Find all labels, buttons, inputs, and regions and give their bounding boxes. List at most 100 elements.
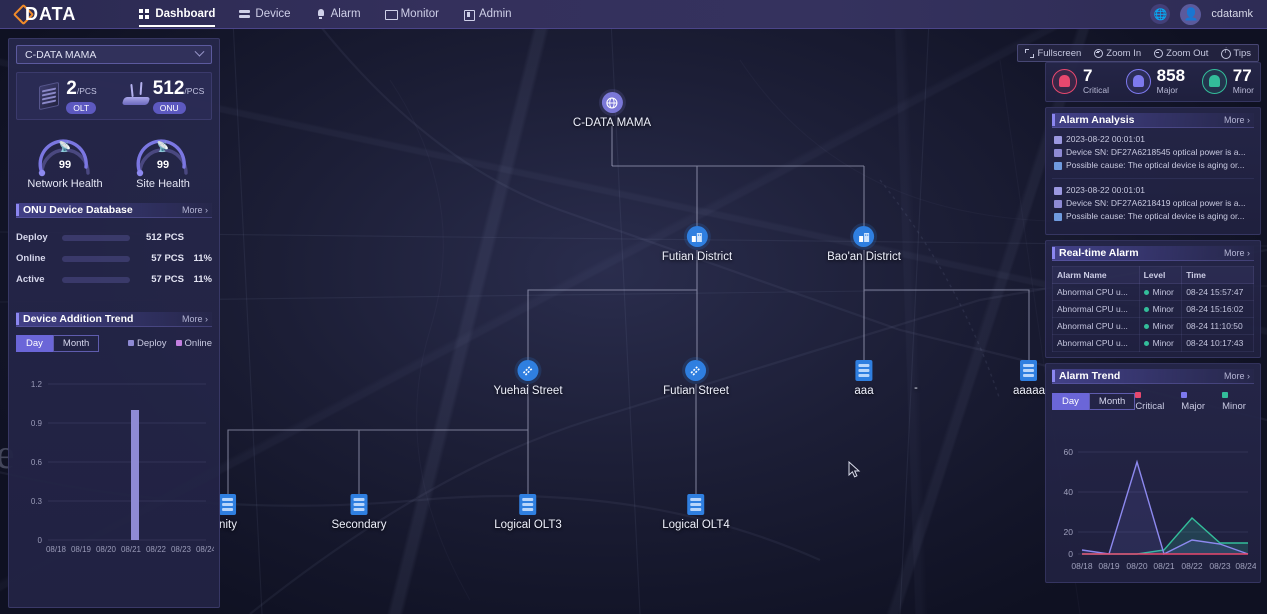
legend-deploy[interactable]: Deploy	[127, 338, 167, 349]
tips-button[interactable]: Tips	[1221, 48, 1251, 59]
svg-text:60: 60	[1064, 447, 1074, 457]
onu-database-more-link[interactable]: More ›	[182, 205, 212, 215]
nav-item-device[interactable]: Device	[228, 0, 301, 29]
olt-unit: /PCS	[76, 85, 97, 96]
alarm-counters-card: 7 Critical 858 Major 77 Minor	[1045, 62, 1261, 102]
topo-node-aaa[interactable]: aaa	[854, 360, 874, 397]
topo-node-dash[interactable]: -	[914, 378, 918, 394]
svg-text:08/24: 08/24	[196, 545, 214, 552]
topo-node-yuehai-street[interactable]: Yuehai Street	[493, 360, 563, 397]
nav-item-admin[interactable]: Admin	[452, 0, 523, 29]
device-addition-trend-chart[interactable]: 1.2 0.9 0.6 0.3 0 08/18 08/19 08/20 08/2…	[16, 362, 217, 557]
topo-node-futian-street[interactable]: Futian Street	[663, 360, 729, 397]
device-trend-title: Device Addition Trend	[23, 313, 134, 325]
rack-icon	[1020, 360, 1038, 381]
topo-node-aaaaa[interactable]: aaaaa	[1013, 360, 1045, 397]
globe-icon[interactable]: 🌐	[1150, 4, 1171, 24]
chevron-down-icon	[194, 46, 205, 57]
counter-critical[interactable]: 7 Critical	[1052, 67, 1109, 95]
alarm-analysis-item[interactable]: 2023-08-22 00:01:01 Device SN: DF27A6218…	[1052, 128, 1254, 179]
nav-label: Monitor	[400, 8, 439, 20]
range-day-button[interactable]: Day	[16, 335, 53, 352]
alarm-trend-chart[interactable]: 60 40 20 0 08/18 08/19 08/20 08/21 08/22…	[1052, 412, 1257, 577]
gauge-network-health[interactable]: 📡 99 Network Health	[16, 129, 114, 190]
calendar-icon	[1054, 135, 1062, 144]
topo-node-olt3[interactable]: Logical OLT3	[494, 494, 562, 531]
gauge-site-health[interactable]: 📡 99 Site Health	[114, 129, 212, 190]
db-row-pct: 11%	[193, 253, 213, 264]
svg-text:08/20: 08/20	[1126, 561, 1148, 571]
legend-critical[interactable]: Critical	[1135, 390, 1172, 412]
db-row-deploy: Deploy 512 PCS	[16, 227, 212, 248]
topo-node-root[interactable]: C-DATA MAMA	[573, 92, 651, 129]
topo-node-label: aaa	[854, 385, 874, 397]
legend-online[interactable]: Online	[175, 338, 212, 349]
rack-icon	[219, 494, 237, 515]
logo-text: DATA	[25, 3, 77, 24]
svg-text:0.6: 0.6	[31, 458, 43, 467]
svg-text:40: 40	[1064, 487, 1074, 497]
counter-minor[interactable]: 77 Minor	[1201, 67, 1254, 95]
topo-node-olt4[interactable]: Logical OLT4	[662, 494, 730, 531]
topo-node-baoan-district[interactable]: Bao'an District	[827, 226, 901, 263]
nav-item-monitor[interactable]: Monitor	[374, 0, 450, 29]
svg-text:08/20: 08/20	[96, 545, 117, 552]
device-trend-more-link[interactable]: More ›	[182, 314, 212, 324]
legend-major[interactable]: Major	[1181, 390, 1213, 412]
db-row-bar	[62, 276, 130, 283]
alarm-analysis-more-link[interactable]: More ›	[1224, 115, 1254, 125]
range-month-button[interactable]: Month	[52, 335, 100, 352]
avatar[interactable]: 👤	[1180, 3, 1202, 25]
svg-text:08/18: 08/18	[1071, 561, 1093, 571]
alarm-range-month-button[interactable]: Month	[1088, 392, 1136, 410]
table-row[interactable]: Abnormal CPU u... Minor 08-24 10:17:43	[1052, 334, 1254, 352]
table-row[interactable]: Abnormal CPU u... Minor 08-24 15:57:47	[1052, 283, 1254, 301]
onu-unit: /PCS	[184, 85, 205, 96]
site-selector-dropdown[interactable]: C-DATA MAMA	[16, 45, 212, 64]
nav-item-dashboard[interactable]: Dashboard	[128, 0, 226, 29]
topo-node-label: Bao'an District	[827, 251, 901, 263]
zoom-out-button[interactable]: Zoom Out	[1154, 48, 1208, 59]
topo-node-olt-nity[interactable]: nity	[219, 494, 237, 531]
fullscreen-button[interactable]: Fullscreen	[1025, 48, 1081, 59]
alarm-range-day-button[interactable]: Day	[1052, 392, 1089, 410]
legend-minor[interactable]: Minor	[1222, 390, 1254, 412]
olt-device-icon	[34, 81, 64, 111]
topo-node-label: Futian District	[661, 251, 733, 263]
alarm-trend-card: Alarm Trend More › Day Month Critical Ma…	[1045, 363, 1261, 583]
zoom-in-button[interactable]: Zoom In	[1094, 48, 1141, 59]
svg-text:0: 0	[38, 536, 43, 545]
onu-database-rows: Deploy 512 PCS Online 57 PCS 11% Active …	[16, 227, 212, 290]
counter-label: Major	[1156, 85, 1178, 95]
col-alarm-name: Alarm Name	[1052, 266, 1140, 284]
cause-icon	[1054, 212, 1062, 221]
brand-logo[interactable]: DATA	[12, 3, 77, 25]
topo-node-label: C-DATA MAMA	[572, 117, 652, 129]
realtime-alarm-more-link[interactable]: More ›	[1224, 248, 1254, 258]
onu-stat[interactable]: 512 /PCS ONU	[114, 79, 211, 114]
counter-label: Critical	[1083, 85, 1109, 95]
realtime-alarm-card: Real-time Alarm More › Alarm Name Level …	[1045, 240, 1261, 358]
alarm-device: Device SN: DF27A6218419 optical power is…	[1066, 198, 1246, 208]
bell-icon	[315, 8, 326, 20]
counter-major[interactable]: 858 Major	[1125, 67, 1185, 95]
topo-node-futian-district[interactable]: Futian District	[662, 226, 732, 263]
topo-node-olt-secondary[interactable]: Secondary	[332, 494, 386, 531]
table-row[interactable]: Abnormal CPU u... Minor 08-24 11:10:50	[1052, 317, 1254, 335]
table-row[interactable]: Abnormal CPU u... Minor 08-24 15:16:02	[1052, 300, 1254, 318]
alarm-analysis-item[interactable]: 2023-08-22 00:01:01 Device SN: DF27A6218…	[1052, 179, 1254, 229]
alarm-trend-more-link[interactable]: More ›	[1224, 371, 1254, 381]
onu-tag: ONU	[152, 101, 186, 114]
col-time: Time	[1181, 266, 1254, 284]
counter-label: Minor	[1232, 85, 1254, 95]
nav-item-alarm[interactable]: Alarm	[304, 0, 372, 29]
gauge-value: 99	[58, 159, 72, 171]
db-row-name: Deploy	[16, 232, 48, 243]
monitor-icon	[384, 9, 398, 20]
rack-icon	[519, 494, 537, 515]
cell-time: 08-24 15:16:02	[1181, 300, 1254, 318]
alarm-counters: 7 Critical 858 Major 77 Minor	[1048, 63, 1258, 101]
olt-stat[interactable]: 2 /PCS OLT	[17, 79, 114, 114]
major-bell-icon	[1125, 68, 1151, 94]
onu-device-icon	[121, 81, 151, 111]
